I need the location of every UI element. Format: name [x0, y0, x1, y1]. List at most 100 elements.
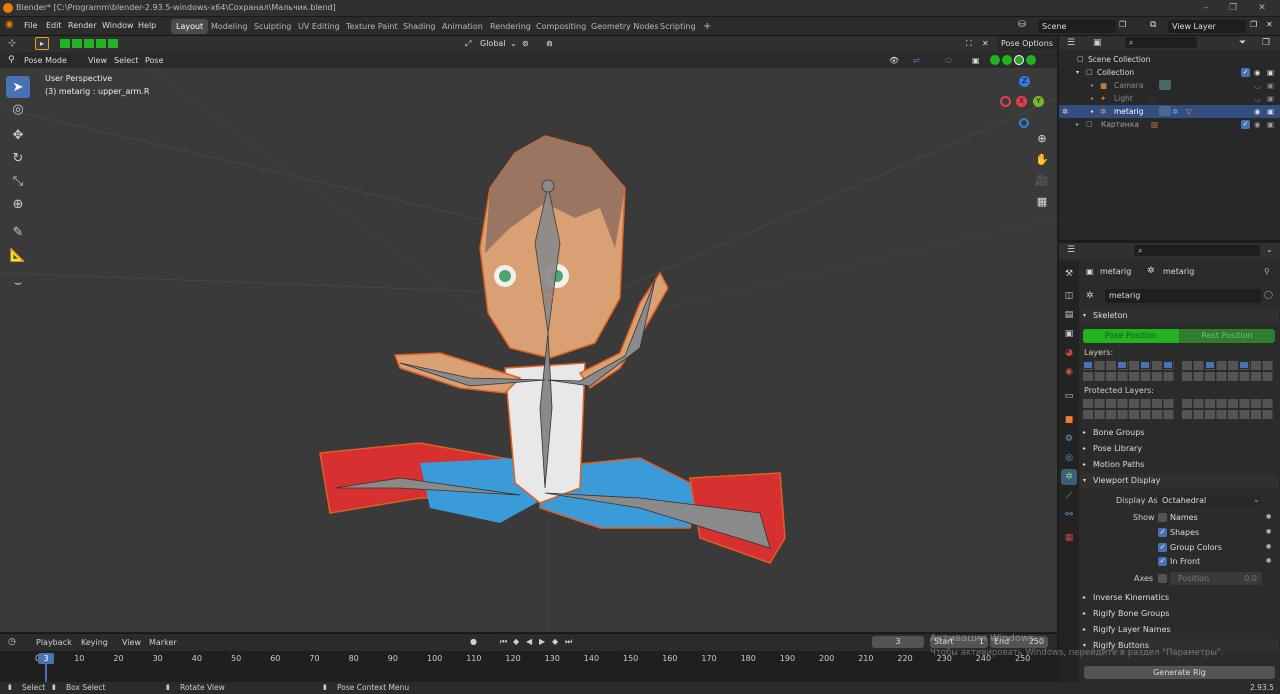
gizmo-neg-x-axis[interactable] [1000, 96, 1011, 107]
armature-data-tab-icon[interactable]: ✲ [1061, 469, 1077, 485]
pose-position-button[interactable]: Pose Position [1083, 329, 1179, 343]
layer-cell-active[interactable] [1205, 361, 1215, 369]
names-checkbox[interactable] [1158, 513, 1167, 522]
new-collection-icon[interactable]: ❐ [1262, 38, 1270, 48]
output-tab-icon[interactable]: ▤ [1061, 307, 1077, 323]
filter-icon[interactable]: ⏷ [1239, 38, 1246, 48]
outliner-search-input[interactable]: ⌕ [1125, 37, 1197, 48]
play-reverse-icon[interactable]: ◀ [526, 637, 532, 646]
outliner-row[interactable]: ▢ Scene Collection [1059, 53, 1280, 66]
protected-layers-grid[interactable] [1083, 399, 1275, 421]
tab-layout[interactable]: Layout [171, 19, 209, 34]
eye-icon[interactable]: ◉ [1254, 118, 1261, 131]
select-mode-subtract-icon[interactable] [84, 39, 94, 48]
3d-viewport[interactable]: ⊹ ▸ ⤢ Global ⌄ ⊚ ⋒ ⛶ ✕ Pose Options ⚲ Po… [0, 36, 1057, 632]
modifier-tab-icon[interactable]: ⚙ [1061, 431, 1077, 447]
scene-field[interactable]: Scene [1038, 20, 1116, 33]
zoom-icon[interactable]: ⊕ [1032, 128, 1052, 148]
axes-position-field[interactable]: Position 0.0 [1170, 572, 1262, 585]
gizmo-y-axis[interactable]: Y [1033, 96, 1044, 107]
select-tool-icon[interactable]: ▸ [35, 37, 49, 50]
render-camera-icon[interactable]: ▣ [1267, 79, 1274, 92]
chevron-right-icon[interactable]: ▸ [1091, 105, 1094, 118]
tab-rendering[interactable]: Rendering [485, 19, 536, 34]
chevron-right-icon[interactable]: ▸ [1091, 92, 1094, 105]
xray-icon[interactable]: ▣ [972, 53, 980, 68]
eye-closed-icon[interactable]: ◡ [1254, 92, 1261, 105]
bone-layers-grid[interactable] [1083, 361, 1275, 383]
render-camera-icon[interactable]: ▣ [1267, 92, 1274, 105]
view-layer-tab-icon[interactable]: ▣ [1061, 326, 1077, 342]
rotate-tool-button[interactable]: ↻ [6, 147, 30, 169]
next-keyframe-icon[interactable]: ◆ [552, 637, 558, 646]
menu-file[interactable]: File [24, 21, 37, 30]
view-layer-field[interactable]: View Layer [1168, 20, 1246, 33]
scale-tool-button[interactable]: ⤡ [6, 170, 30, 192]
texture-tab-icon[interactable]: ▦ [1061, 530, 1077, 546]
tab-geometry-nodes[interactable]: Geometry Nodes [586, 19, 663, 34]
close-gizmo-icon[interactable]: ✕ [982, 36, 989, 51]
world-tab-icon[interactable]: ◉ [1061, 364, 1077, 380]
record-icon[interactable]: ● [470, 637, 477, 646]
tab-scripting[interactable]: Scripting [655, 19, 701, 34]
chevron-right-icon[interactable]: ▸ [1091, 79, 1094, 92]
layer-cell-active[interactable] [1163, 361, 1173, 369]
playhead-frame-indicator[interactable]: 3 [38, 653, 54, 664]
skeleton-panel-header[interactable]: ▾ Skeleton [1080, 309, 1278, 323]
gizmo-neg-z-axis[interactable] [1019, 118, 1029, 128]
group-colors-checkbox[interactable]: ✓ [1158, 543, 1167, 552]
tab-compositing[interactable]: Compositing [531, 19, 591, 34]
collection-tab-icon[interactable]: ▭ [1061, 388, 1077, 404]
tab-uv-editing[interactable]: UV Editing [293, 19, 345, 34]
pan-hand-icon[interactable]: ✋ [1032, 149, 1052, 169]
visibility-icon[interactable]: 👁 [889, 53, 899, 68]
rigify-bone-groups-panel[interactable]: ▸ Rigify Bone Groups [1080, 607, 1278, 621]
menu-view[interactable]: View [88, 53, 107, 68]
render-camera-icon[interactable]: ▣ [1267, 118, 1274, 131]
pose-library-panel[interactable]: ▸ Pose Library [1080, 442, 1278, 456]
outliner-row[interactable]: ▸ ▢ Картинка ▨ ✓ ◉ ▣ [1059, 118, 1280, 131]
keyframe-dot-icon[interactable]: ● [1266, 557, 1271, 564]
in-front-checkbox[interactable]: ✓ [1158, 557, 1167, 566]
tab-texture-paint[interactable]: Texture Paint [341, 19, 403, 34]
minimize-icon[interactable]: – [1200, 2, 1212, 14]
properties-search-input[interactable]: ⌕ [1134, 245, 1260, 256]
prev-keyframe-icon[interactable]: ◆ [513, 637, 519, 646]
tab-modeling[interactable]: Modeling [206, 19, 252, 34]
tab-animation[interactable]: Animation [437, 19, 488, 34]
editor-type-icon[interactable]: ⊹ [8, 36, 16, 51]
select-mode-set-icon[interactable] [60, 39, 70, 48]
layer-cell-active[interactable] [1140, 361, 1150, 369]
measure-tool-button[interactable]: 📐 [6, 244, 30, 266]
menu-pose[interactable]: Pose [145, 53, 164, 68]
pin-icon[interactable]: ⚲ [1264, 267, 1270, 276]
physics-tab-icon[interactable]: ◎ [1061, 450, 1077, 466]
eye-icon[interactable]: ◉ [1254, 66, 1261, 79]
maximize-icon[interactable]: ❐ [1227, 2, 1239, 14]
armature-name-field[interactable]: metarig [1105, 289, 1261, 303]
timeline-view-menu[interactable]: View [122, 638, 141, 647]
select-mode-intersect-icon[interactable] [108, 39, 118, 48]
shading-wireframe-icon[interactable] [990, 55, 1000, 65]
tab-sculpting[interactable]: Sculpting [249, 19, 296, 34]
outliner-row[interactable]: ✲ ▸ ✲ metarig ✲ ▽ ◉ ▣ [1059, 105, 1280, 118]
view-layer-remove-icon[interactable]: ✕ [1266, 20, 1273, 29]
outliner-row[interactable]: ▸ ✦ Light ◌ ◡ ▣ [1059, 92, 1280, 105]
relax-pose-tool-button[interactable]: ⌣ [6, 272, 30, 294]
snap-icon[interactable]: ⋒ [546, 36, 553, 51]
keyframe-dot-icon[interactable]: ● [1266, 528, 1271, 535]
shading-rendered-icon[interactable] [1026, 55, 1036, 65]
outliner-editor-icon[interactable]: ☰ [1067, 38, 1075, 48]
eye-icon[interactable]: ◉ [1254, 105, 1261, 118]
ortho-grid-icon[interactable]: ▦ [1032, 191, 1052, 211]
gizmo-toggle-icon[interactable]: ⇄ [913, 53, 920, 68]
add-workspace-button[interactable]: + [698, 19, 716, 34]
layer-cell-active[interactable] [1083, 361, 1093, 369]
marker-menu[interactable]: Marker [149, 638, 177, 647]
move-tool-button[interactable]: ✥ [6, 124, 30, 146]
blender-menu-icon[interactable]: ◉ [5, 19, 14, 30]
navigation-gizmo[interactable]: Z Y X [1000, 76, 1052, 128]
keying-menu[interactable]: Keying [81, 638, 108, 647]
gizmo-z-axis[interactable]: Z [1019, 76, 1030, 87]
chevron-down-icon[interactable]: ▾ [1076, 66, 1079, 79]
